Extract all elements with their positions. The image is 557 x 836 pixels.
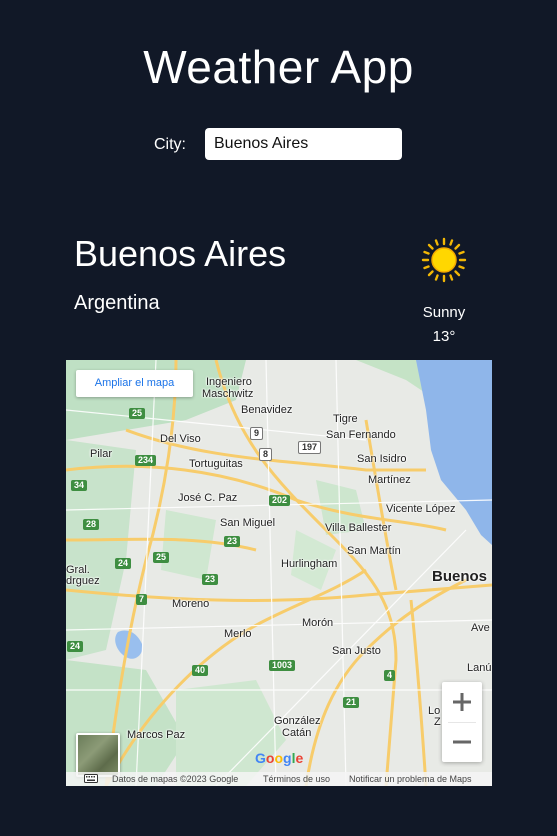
route-shield: 234: [135, 455, 157, 466]
place-label-jose-c-paz: José C. Paz: [178, 492, 238, 504]
keyboard-icon[interactable]: [84, 774, 98, 783]
map-attribution-bar: Datos de mapas ©2023 Google Términos de …: [66, 772, 492, 786]
report-problem-link[interactable]: Notificar un problema de Maps: [349, 772, 472, 786]
place-label-lanus: Lanú: [467, 662, 492, 674]
place-label-tigre: Tigre: [333, 413, 358, 425]
zoom-out-button[interactable]: [442, 722, 482, 762]
route-shield: 25: [129, 408, 146, 419]
route-shield: 25: [153, 552, 170, 563]
zoom-controls: [442, 682, 482, 762]
place-label-pilar: Pilar: [90, 448, 113, 460]
route-shield: 34: [71, 480, 88, 491]
city-label: City:: [154, 136, 186, 153]
route-shield: 1003: [269, 660, 296, 671]
place-label-martinez: Martínez: [368, 474, 411, 486]
place-label-gonzalez: González: [274, 715, 321, 727]
terms-link[interactable]: Términos de uso: [263, 772, 330, 786]
place-label-del-viso: Del Viso: [160, 433, 201, 445]
map[interactable]: Ampliar el mapa Ingeniero Maschwitz Bena…: [66, 360, 492, 786]
sun-icon: [421, 237, 467, 283]
route-shield: 40: [192, 665, 209, 676]
place-label-moron: Morón: [302, 617, 334, 629]
place-label-san-miguel: San Miguel: [220, 517, 276, 529]
location-city: Buenos Aires: [74, 233, 287, 274]
route-shield: 28: [83, 519, 100, 530]
place-label-catan: Catán: [282, 727, 312, 739]
minus-icon: [453, 740, 471, 744]
place-label-moreno: Moreno: [172, 598, 210, 610]
place-label-z: Z: [434, 716, 441, 728]
weather-condition: Sunny: [422, 304, 466, 321]
route-shield: 23: [202, 574, 219, 585]
route-shield: 8: [259, 448, 273, 461]
place-label-maschwitz: Maschwitz: [202, 388, 254, 400]
google-logo: Google: [255, 750, 304, 766]
route-shield: 9: [250, 427, 264, 440]
route-shield: 202: [269, 495, 291, 506]
place-label-ingeniero: Ingeniero: [206, 376, 252, 388]
place-label-villa-ballester: Villa Ballester: [325, 522, 392, 534]
weather-temperature: 13°: [432, 328, 456, 345]
route-shield: 24: [115, 558, 132, 569]
place-label-rodriguez: drguez: [66, 575, 100, 587]
place-label-marcos-paz: Marcos Paz: [127, 729, 186, 741]
city-input[interactable]: [205, 128, 402, 160]
route-shield: 7: [136, 594, 148, 605]
route-shield: 21: [343, 697, 360, 708]
map-expand-button[interactable]: Ampliar el mapa: [76, 370, 193, 397]
route-shield: 197: [298, 441, 322, 454]
place-label-hurlingham: Hurlingham: [281, 558, 338, 570]
route-shield: 4: [384, 670, 396, 681]
plus-icon: [453, 693, 471, 711]
map-data-attribution: Datos de mapas ©2023 Google: [112, 774, 239, 784]
place-label-merlo: Merlo: [224, 628, 252, 640]
route-shield: 24: [67, 641, 84, 652]
place-label-buenos: Buenos: [432, 568, 488, 585]
place-label-san-martin: San Martín: [347, 545, 401, 557]
place-label-tortuguitas: Tortuguitas: [189, 458, 243, 470]
app-title: Weather App: [143, 41, 414, 93]
route-shield: 23: [224, 536, 241, 547]
location-country: Argentina: [74, 292, 160, 314]
zoom-in-button[interactable]: [442, 682, 482, 722]
place-label-ave: Ave: [471, 622, 490, 634]
place-label-vicente-lopez: Vicente López: [386, 503, 456, 515]
satellite-toggle[interactable]: [76, 733, 120, 777]
place-label-san-justo: San Justo: [332, 645, 381, 657]
place-label-san-isidro: San Isidro: [357, 453, 407, 465]
place-label-benavidez: Benavidez: [241, 404, 293, 416]
place-label-san-fernando: San Fernando: [326, 429, 396, 441]
